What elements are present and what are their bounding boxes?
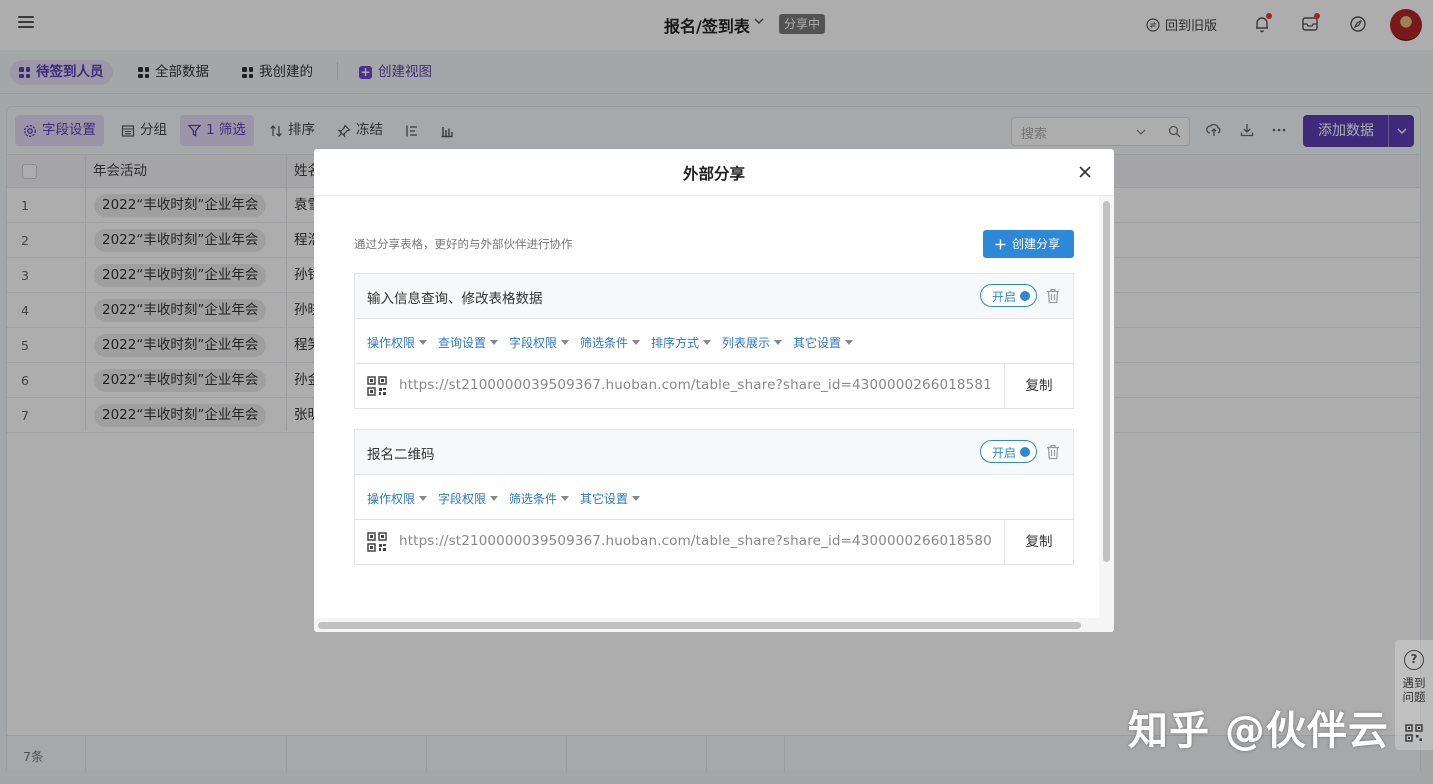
copy-link-button[interactable]: 复制: [1004, 520, 1073, 564]
option-label: 字段权限: [509, 336, 558, 350]
help-widget[interactable]: ? 遇到问题: [1395, 640, 1433, 750]
dialog-title: 外部分享: [682, 165, 745, 183]
question-icon: ?: [1404, 650, 1424, 670]
option-label: 操作权限: [367, 336, 416, 350]
share-options-row: 操作权限 查询设置 字段权限 筛选条件 排序方式 列表展示 其它设置: [355, 319, 1073, 364]
caret-down-icon: [419, 496, 428, 501]
dialog-header: 外部分享: [314, 149, 1114, 196]
caret-down-icon: [561, 340, 570, 345]
caret-down-icon: [490, 340, 499, 345]
trash-icon[interactable]: [1046, 288, 1060, 304]
trash-icon[interactable]: [1046, 444, 1060, 460]
caret-down-icon: [632, 496, 641, 501]
external-share-dialog: 外部分享 通过分享表格，更好的与外部伙伴进行协作 创建分享 输入信息查询、修改表…: [314, 149, 1114, 632]
option-field-permission[interactable]: 字段权限: [509, 334, 570, 351]
close-icon[interactable]: [1078, 165, 1092, 179]
option-other-settings[interactable]: 其它设置: [793, 334, 854, 351]
toggle-knob: [1020, 291, 1030, 301]
toggle-label: 开启: [992, 446, 1017, 460]
vertical-scrollbar-thumb[interactable]: [1103, 201, 1110, 562]
caret-down-icon: [561, 496, 570, 501]
option-label: 操作权限: [367, 492, 416, 506]
share-url-field[interactable]: https://st2100000039509367.huoban.com/ta…: [399, 377, 1003, 393]
plus-icon: [995, 239, 1006, 249]
toggle-label: 开启: [992, 290, 1017, 304]
share-url-field[interactable]: https://st2100000039509367.huoban.com/ta…: [399, 533, 1003, 549]
caret-down-icon: [490, 496, 499, 501]
option-operation-permission[interactable]: 操作权限: [367, 490, 428, 507]
copy-link-button[interactable]: 复制: [1004, 364, 1073, 408]
option-label: 排序方式: [651, 336, 700, 350]
option-filter-conditions[interactable]: 筛选条件: [509, 490, 570, 507]
option-label: 其它设置: [580, 492, 629, 506]
option-operation-permission[interactable]: 操作权限: [367, 334, 428, 351]
qr-code-icon[interactable]: [367, 376, 387, 396]
share-enable-toggle[interactable]: 开启: [980, 284, 1037, 307]
caret-down-icon: [419, 340, 428, 345]
create-share-label: 创建分享: [1012, 237, 1061, 251]
option-filter-conditions[interactable]: 筛选条件: [580, 334, 641, 351]
option-query-settings[interactable]: 查询设置: [438, 334, 499, 351]
share-link-row: https://st2100000039509367.huoban.com/ta…: [355, 364, 1073, 408]
caret-down-icon: [774, 340, 783, 345]
qr-code-icon[interactable]: [1405, 724, 1423, 742]
help-label: 遇到问题: [1402, 676, 1426, 704]
option-label: 字段权限: [438, 492, 487, 506]
share-title: 报名二维码: [367, 447, 435, 463]
share-link-row: https://st2100000039509367.huoban.com/ta…: [355, 520, 1073, 564]
option-label: 筛选条件: [580, 336, 629, 350]
option-sort-method[interactable]: 排序方式: [651, 334, 712, 351]
option-field-permission[interactable]: 字段权限: [438, 490, 499, 507]
create-share-button[interactable]: 创建分享: [983, 230, 1074, 258]
share-card: 输入信息查询、修改表格数据 开启 操作权限 查询设置 字段权限 筛选条件 排序方…: [354, 273, 1074, 409]
caret-down-icon: [845, 340, 854, 345]
share-card-header: 输入信息查询、修改表格数据 开启: [355, 274, 1073, 319]
horizontal-scrollbar-thumb[interactable]: [318, 622, 1081, 629]
share-card: 报名二维码 开启 操作权限 字段权限 筛选条件 其它设置 https://st2…: [354, 429, 1074, 565]
share-title: 输入信息查询、修改表格数据: [367, 291, 543, 307]
option-label: 其它设置: [793, 336, 842, 350]
share-card-header: 报名二维码 开启: [355, 430, 1073, 475]
caret-down-icon: [632, 340, 641, 345]
toggle-knob: [1020, 447, 1030, 457]
share-enable-toggle[interactable]: 开启: [980, 440, 1037, 463]
qr-code-icon[interactable]: [367, 532, 387, 552]
option-list-display[interactable]: 列表展示: [722, 334, 783, 351]
caret-down-icon: [703, 340, 712, 345]
watermark-text: 知乎 @伙伴云: [1128, 708, 1389, 754]
share-options-row: 操作权限 字段权限 筛选条件 其它设置: [355, 475, 1073, 520]
option-other-settings[interactable]: 其它设置: [580, 490, 641, 507]
option-label: 筛选条件: [509, 492, 558, 506]
option-label: 列表展示: [722, 336, 771, 350]
option-label: 查询设置: [438, 336, 487, 350]
dialog-description: 通过分享表格，更好的与外部伙伴进行协作: [354, 237, 573, 251]
